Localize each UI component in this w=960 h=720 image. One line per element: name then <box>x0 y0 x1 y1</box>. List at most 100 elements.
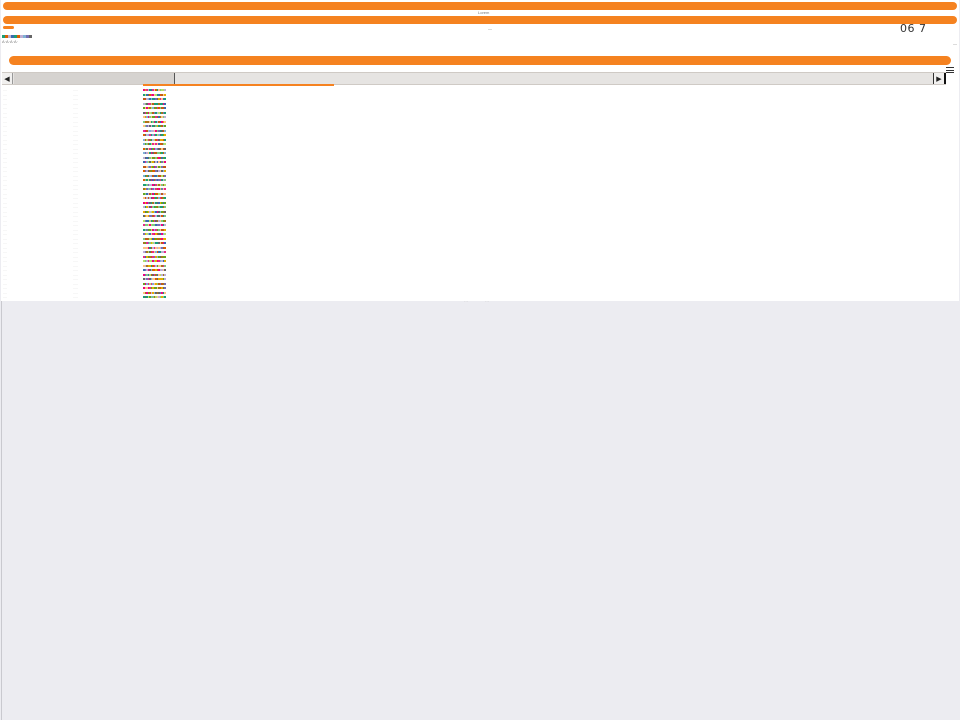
row-value: ····· <box>73 263 78 268</box>
residue-cell <box>164 188 166 190</box>
row-value: ····· <box>73 115 78 119</box>
residue-cell <box>164 291 166 294</box>
scroll-right-arrow-icon[interactable]: ▶ <box>933 73 946 84</box>
sequence-cells <box>143 224 166 226</box>
residue-cell <box>164 134 166 136</box>
row-id: ···· <box>3 178 7 182</box>
sequence-cells <box>143 156 166 159</box>
sequence-cells <box>143 107 166 109</box>
sequence-cells <box>143 147 166 150</box>
residue-cell <box>164 129 166 132</box>
row-value: ····· <box>73 106 78 110</box>
row-value: ····· <box>73 164 78 169</box>
residue-cell <box>164 165 166 168</box>
overview-label-right: — <box>953 41 957 46</box>
sequence-cells <box>143 210 166 213</box>
row-value: ····· <box>73 223 78 227</box>
residue-cell <box>164 210 166 213</box>
sequence-cells <box>143 111 166 114</box>
row-id: ···· <box>3 160 7 164</box>
sequence-cells <box>143 228 166 231</box>
row-value: ····· <box>73 155 78 160</box>
residue-cell <box>164 228 166 231</box>
row-id: ···· <box>3 259 7 263</box>
residue-cell <box>164 251 166 253</box>
residue-cell <box>164 192 166 195</box>
sequence-cells <box>143 255 166 258</box>
selection-indicator <box>143 84 334 86</box>
row-value: ····· <box>73 205 78 209</box>
sequence-cells <box>143 206 166 208</box>
track-bar[interactable] <box>9 56 951 65</box>
row-id: ···· <box>3 173 7 178</box>
row-value: ····· <box>73 169 78 173</box>
residue-cell <box>164 89 166 91</box>
row-value: ····· <box>73 254 78 259</box>
second-bar[interactable] <box>3 16 957 24</box>
row-value: ····· <box>73 295 78 299</box>
residue-cell <box>164 116 166 118</box>
residue-cell <box>164 197 166 199</box>
row-value: ····· <box>73 110 78 115</box>
row-id: ···· <box>3 245 7 250</box>
sequence-cells <box>143 269 166 271</box>
residue-cell <box>164 93 166 96</box>
sequence-cells <box>143 242 166 244</box>
small-tab[interactable] <box>3 26 14 29</box>
residue-cell <box>164 107 166 109</box>
sequence-cells <box>143 174 166 177</box>
sequence-cells <box>143 197 166 199</box>
sequence-cells <box>143 291 166 294</box>
residue-cell <box>164 152 166 154</box>
residue-cell <box>164 183 166 186</box>
row-value: ····· <box>73 290 78 295</box>
row-id: ···· <box>3 227 7 232</box>
sequence-cells <box>143 192 166 195</box>
residue-cell <box>164 296 166 298</box>
residue-cell <box>164 201 166 204</box>
residue-cell <box>164 156 166 159</box>
row-value: ····· <box>73 128 78 133</box>
sequence-cells <box>143 219 166 222</box>
residue-cell <box>164 215 166 217</box>
scroll-left-arrow-icon[interactable]: ◀ <box>2 73 13 84</box>
sequence-cells <box>143 179 166 181</box>
footer-tick-b: ··· <box>485 299 489 304</box>
table-row[interactable]: ···· ····· <box>2 295 958 300</box>
scroll-thumb[interactable] <box>14 73 175 84</box>
row-value: ····· <box>73 178 78 182</box>
row-id: ···· <box>3 263 7 268</box>
residue-cell <box>164 206 166 208</box>
row-value: ····· <box>73 182 78 187</box>
row-value: ····· <box>73 101 78 106</box>
sequence-cells <box>143 143 166 145</box>
row-id: ···· <box>3 187 7 191</box>
sequence-cells <box>143 215 166 217</box>
row-value: ····· <box>73 218 78 223</box>
row-value: ····· <box>73 97 78 101</box>
hamburger-menu-icon[interactable] <box>946 67 954 73</box>
sequence-cells <box>143 296 166 298</box>
row-value: ····· <box>73 232 78 236</box>
sequence-cells <box>143 93 166 96</box>
sequence-cells <box>143 237 166 240</box>
row-value: ····· <box>73 241 78 245</box>
residue-cell <box>164 143 166 145</box>
residue-cell <box>164 161 166 163</box>
row-value: ····· <box>73 227 78 232</box>
top-bar[interactable] <box>3 2 957 10</box>
sequence-cells <box>143 152 166 154</box>
row-id: ···· <box>3 115 7 119</box>
residue-cell <box>164 111 166 114</box>
overview-label: A·A·A·A· <box>2 39 18 44</box>
sequence-cells <box>143 165 166 168</box>
row-value: ····· <box>73 137 78 142</box>
top-bar-label: Lorem <box>478 10 490 15</box>
row-id: ···· <box>3 155 7 160</box>
residue-cell <box>164 246 166 249</box>
residue-cell <box>164 233 166 235</box>
row-id: ···· <box>3 268 7 272</box>
residue-cell <box>164 147 166 150</box>
sequence-cells <box>143 201 166 204</box>
row-value: ····· <box>73 187 78 191</box>
